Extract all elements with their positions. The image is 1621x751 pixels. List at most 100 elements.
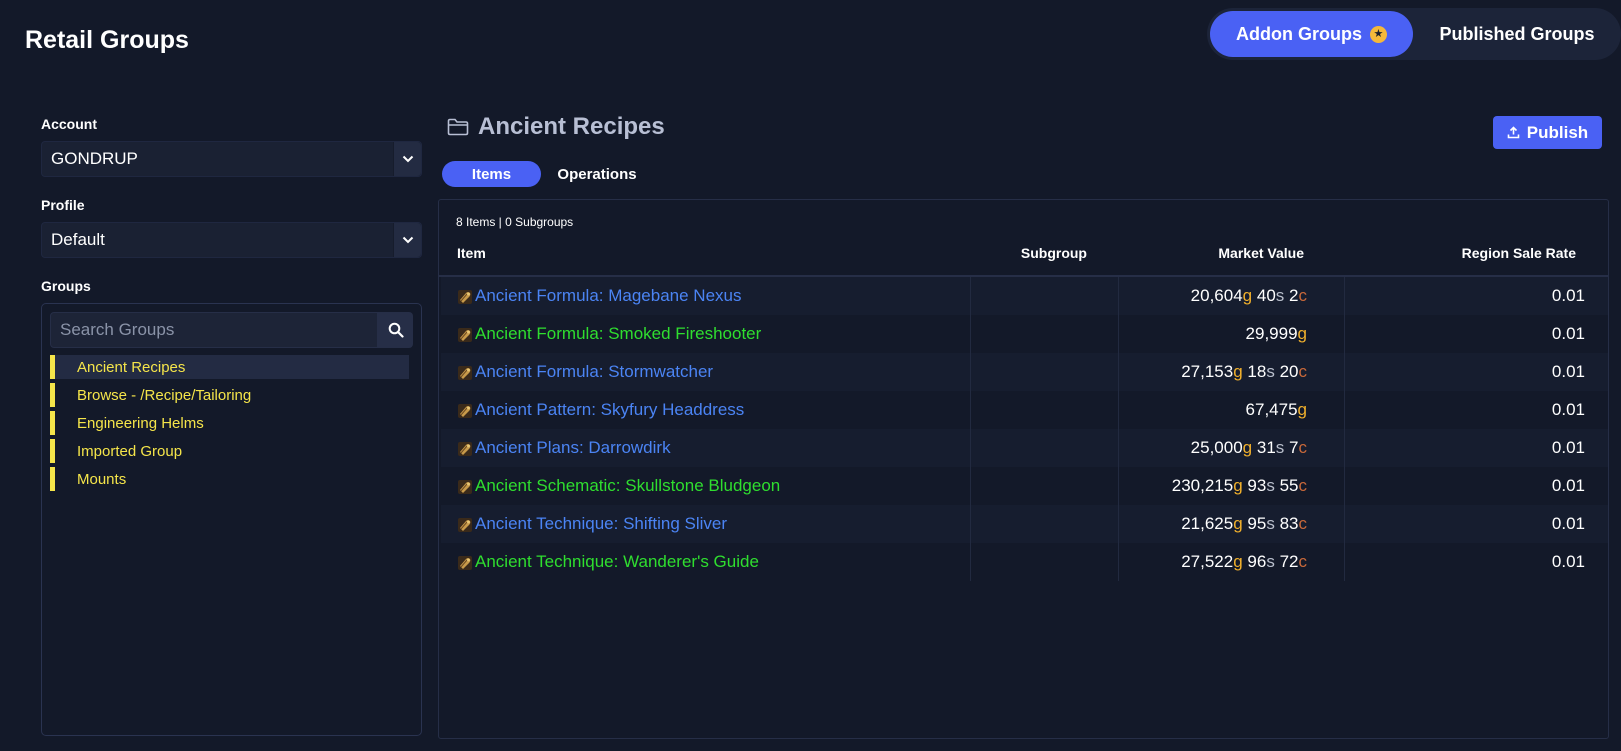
recipe-scroll-icon	[458, 404, 472, 418]
copper-amount: 55	[1279, 476, 1299, 495]
published-groups-button[interactable]: Published Groups	[1417, 11, 1617, 57]
column-divider	[970, 429, 971, 467]
column-header-region-sale-rate[interactable]: Region Sale Rate	[1462, 245, 1576, 261]
item-link[interactable]: Ancient Technique: Wanderer's Guide	[475, 552, 759, 572]
table-row[interactable]: Ancient Pattern: Skyfury Headdress 67,475…	[441, 391, 1608, 429]
table-row[interactable]: Ancient Formula: Smoked Fireshooter 29,99…	[441, 315, 1608, 353]
table-body: Ancient Formula: Magebane Nexus 20,604g 4…	[441, 277, 1608, 581]
column-divider	[1344, 391, 1345, 429]
profile-select[interactable]: Default	[41, 222, 422, 258]
column-divider	[1344, 467, 1345, 505]
group-header: Ancient Recipes	[447, 113, 665, 141]
sidebar: Account GONDRUP Profile Default Groups S…	[41, 116, 422, 736]
column-divider	[1118, 429, 1119, 467]
market-value: 21,625g 95s 83c	[1181, 514, 1307, 534]
profile-label: Profile	[41, 197, 85, 213]
region-sale-rate: 0.01	[1551, 362, 1585, 381]
silver-suffix: s	[1275, 286, 1285, 305]
item-link[interactable]: Ancient Schematic: Skullstone Bludgeon	[475, 476, 780, 496]
column-header-subgroup[interactable]: Subgroup	[1021, 245, 1087, 261]
gold-suffix: g	[1233, 514, 1243, 533]
items-summary: 8 Items | 0 Subgroups	[456, 215, 574, 229]
publish-button[interactable]: Publish	[1493, 116, 1602, 149]
gold-amount: 29,999	[1245, 324, 1298, 343]
column-divider	[1118, 467, 1119, 505]
item-link[interactable]: Ancient Formula: Stormwatcher	[475, 362, 713, 382]
recipe-scroll-icon	[458, 442, 472, 456]
item-link[interactable]: Ancient Plans: Darrowdirk	[475, 438, 671, 458]
group-item-label: Mounts	[77, 470, 127, 488]
copper-amount: 2	[1289, 286, 1299, 305]
recipe-scroll-icon	[458, 366, 472, 380]
group-item-label: Imported Group	[77, 442, 183, 460]
copper-amount: 72	[1279, 552, 1299, 571]
gold-amount: 20,604	[1190, 286, 1243, 305]
table-row[interactable]: Ancient Schematic: Skullstone Bludgeon 23…	[441, 467, 1608, 505]
silver-suffix: s	[1266, 514, 1275, 533]
region-sale-rate: 0.01	[1551, 438, 1585, 457]
gold-amount: 21,625	[1181, 514, 1234, 533]
copper-suffix: c	[1298, 476, 1308, 495]
star-icon: ★	[1369, 25, 1387, 43]
groups-label: Groups	[41, 278, 91, 294]
copper-amount: 7	[1289, 438, 1299, 457]
search-groups-input[interactable]	[50, 312, 378, 348]
chevron-down-icon	[393, 142, 421, 176]
column-divider	[1344, 505, 1345, 543]
search-button[interactable]	[378, 312, 413, 348]
market-value: 20,604g 40s 2c	[1191, 286, 1307, 306]
item-link[interactable]: Ancient Technique: Shifting Sliver	[475, 514, 727, 534]
addon-groups-button[interactable]: Addon Groups ★	[1210, 11, 1413, 57]
group-item[interactable]: Engineering Helms	[50, 411, 409, 435]
silver-suffix: s	[1266, 552, 1275, 571]
search-row	[50, 312, 413, 348]
tab-items[interactable]: Items	[442, 161, 541, 187]
group-color-bar	[50, 439, 55, 463]
tab-operations[interactable]: Operations	[547, 161, 647, 187]
recipe-scroll-icon	[458, 518, 472, 532]
market-value: 27,522g 96s 72c	[1181, 552, 1307, 572]
group-color-bar	[50, 355, 55, 379]
group-item[interactable]: Imported Group	[50, 439, 409, 463]
copper-suffix: c	[1298, 362, 1308, 381]
copper-suffix: c	[1298, 514, 1308, 533]
addon-groups-label: Addon Groups	[1236, 23, 1362, 44]
column-divider	[1344, 429, 1345, 467]
column-divider	[1344, 277, 1345, 315]
group-item[interactable]: Ancient Recipes	[50, 355, 409, 379]
column-header-item[interactable]: Item	[457, 245, 486, 261]
page-title: Retail Groups	[25, 26, 189, 54]
gold-suffix: g	[1297, 324, 1307, 343]
column-divider	[1344, 315, 1345, 353]
recipe-scroll-icon	[458, 556, 472, 570]
account-select[interactable]: GONDRUP	[41, 141, 422, 177]
item-link[interactable]: Ancient Formula: Smoked Fireshooter	[475, 324, 761, 344]
silver-amount: 95	[1247, 514, 1267, 533]
table-row[interactable]: Ancient Technique: Shifting Sliver 21,625…	[441, 505, 1608, 543]
silver-suffix: s	[1275, 438, 1285, 457]
item-link[interactable]: Ancient Pattern: Skyfury Headdress	[475, 400, 744, 420]
group-item-label: Ancient Recipes	[77, 358, 186, 376]
column-divider	[1118, 353, 1119, 391]
table-row[interactable]: Ancient Plans: Darrowdirk 25,000g 31s 7c 0…	[441, 429, 1608, 467]
table-row[interactable]: Ancient Formula: Stormwatcher 27,153g 18s…	[441, 353, 1608, 391]
group-item[interactable]: Browse - /Recipe/Tailoring	[50, 383, 409, 407]
profile-value: Default	[51, 230, 105, 249]
column-divider	[1118, 505, 1119, 543]
table-row[interactable]: Ancient Formula: Magebane Nexus 20,604g 4…	[441, 277, 1608, 315]
column-header-market-value[interactable]: Market Value	[1218, 245, 1304, 261]
recipe-scroll-icon	[458, 328, 472, 342]
gold-suffix: g	[1233, 362, 1243, 381]
group-item[interactable]: Mounts	[50, 467, 409, 491]
item-link[interactable]: Ancient Formula: Magebane Nexus	[475, 286, 741, 306]
region-sale-rate: 0.01	[1551, 476, 1585, 495]
table-row[interactable]: Ancient Technique: Wanderer's Guide 27,52…	[441, 543, 1608, 581]
recipe-scroll-icon	[458, 480, 472, 494]
chevron-down-icon	[393, 223, 421, 257]
silver-amount: 31	[1256, 438, 1276, 457]
column-divider	[970, 391, 971, 429]
table-header: Item Subgroup Market Value Region Sale R…	[439, 243, 1608, 277]
silver-suffix: s	[1266, 476, 1275, 495]
region-sale-rate: 0.01	[1551, 552, 1585, 571]
silver-amount: 93	[1247, 476, 1267, 495]
